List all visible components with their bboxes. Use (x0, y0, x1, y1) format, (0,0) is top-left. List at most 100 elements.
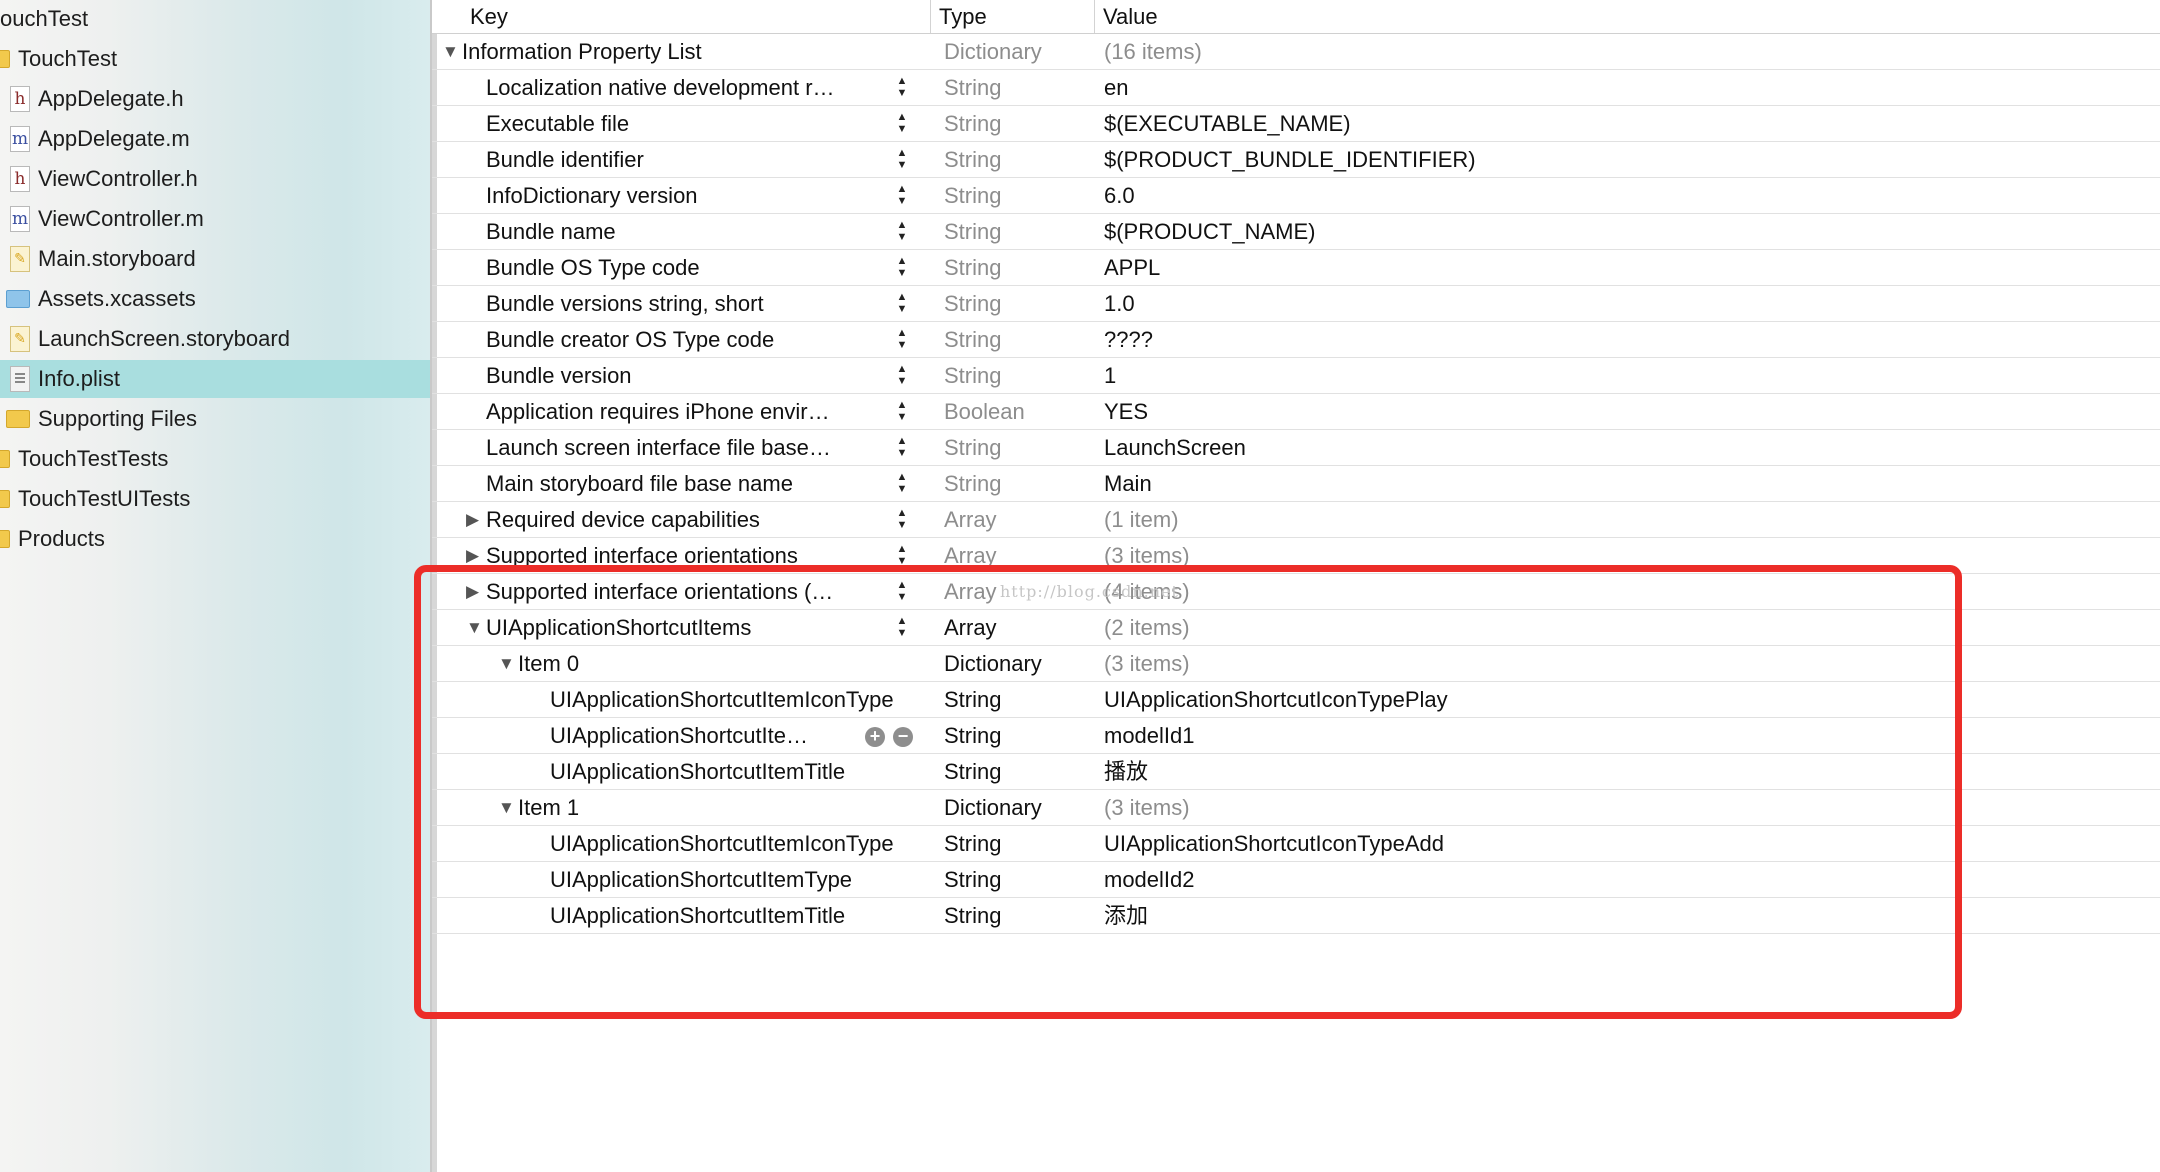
type-cell[interactable]: String (944, 862, 1094, 897)
type-cell[interactable]: String (944, 142, 1094, 177)
sort-stepper-icon[interactable]: ▲ ▼ (895, 580, 909, 604)
value-cell[interactable]: (2 items) (1104, 610, 2160, 645)
value-cell[interactable]: $(PRODUCT_NAME) (1104, 214, 2160, 249)
key-text[interactable]: UIApplicationShortcutItemTitle (550, 898, 845, 933)
value-cell[interactable]: modelId1 (1104, 718, 2160, 753)
sidebar-item[interactable]: Products (0, 520, 430, 558)
plist-row[interactable]: ▶ Required device capabilities ▲ ▼ Array (1 i… (432, 502, 2160, 538)
stepper-down-icon[interactable]: ▼ (895, 376, 909, 388)
type-cell[interactable]: String (944, 754, 1094, 789)
value-cell[interactable]: 6.0 (1104, 178, 2160, 213)
type-cell[interactable]: String (944, 682, 1094, 717)
stepper-down-icon[interactable]: ▼ (895, 340, 909, 352)
plist-row[interactable]: Application requires iPhone envir… ▲ ▼ Bool… (432, 394, 2160, 430)
type-cell[interactable]: String (944, 250, 1094, 285)
key-text[interactable]: Localization native development r… (486, 70, 835, 105)
value-cell[interactable]: (4 items) (1104, 574, 2160, 609)
plist-row[interactable]: Launch screen interface file base… ▲ ▼ Stri… (432, 430, 2160, 466)
sidebar-item[interactable]: h ViewController.h (0, 160, 430, 198)
stepper-down-icon[interactable]: ▼ (895, 88, 909, 100)
plist-row[interactable]: Bundle name ▲ ▼ String $(PRODUCT_NAME) (432, 214, 2160, 250)
value-cell[interactable]: en (1104, 70, 2160, 105)
stepper-down-icon[interactable]: ▼ (895, 628, 909, 640)
disclosure-open-icon[interactable]: ▼ (498, 790, 515, 825)
sidebar-item[interactable]: h AppDelegate.h (0, 80, 430, 118)
sort-stepper-icon[interactable]: ▲ ▼ (895, 400, 909, 424)
sort-stepper-icon[interactable]: ▲ ▼ (895, 76, 909, 100)
type-cell[interactable]: String (944, 430, 1094, 465)
disclosure-closed-icon[interactable]: ▶ (466, 502, 479, 537)
type-column-header[interactable]: Type (930, 0, 1090, 33)
sidebar-item[interactable]: TouchTestUITests (0, 480, 430, 518)
key-text[interactable]: Supported interface orientations (486, 538, 798, 573)
value-cell[interactable]: $(PRODUCT_BUNDLE_IDENTIFIER) (1104, 142, 2160, 177)
type-cell[interactable]: String (944, 106, 1094, 141)
sort-stepper-icon[interactable]: ▲ ▼ (895, 220, 909, 244)
type-cell[interactable]: String (944, 826, 1094, 861)
sidebar-item[interactable]: TouchTestTests (0, 440, 430, 478)
key-text[interactable]: Bundle creator OS Type code (486, 322, 774, 357)
key-text[interactable]: Bundle version (486, 358, 632, 393)
value-cell[interactable]: (3 items) (1104, 538, 2160, 573)
key-text[interactable]: Application requires iPhone envir… (486, 394, 830, 429)
stepper-down-icon[interactable]: ▼ (895, 268, 909, 280)
type-cell[interactable]: String (944, 286, 1094, 321)
value-cell[interactable]: (16 items) (1104, 34, 2160, 69)
value-cell[interactable]: (1 item) (1104, 502, 2160, 537)
plist-row[interactable]: UIApplicationShortcutItemType String model… (432, 862, 2160, 898)
value-cell[interactable]: modelId2 (1104, 862, 2160, 897)
disclosure-open-icon[interactable]: ▼ (466, 610, 483, 645)
stepper-down-icon[interactable]: ▼ (895, 556, 909, 568)
type-cell[interactable]: Array (944, 502, 1094, 537)
type-cell[interactable]: Dictionary (944, 646, 1094, 681)
value-cell[interactable]: LaunchScreen (1104, 430, 2160, 465)
plist-row[interactable]: Main storyboard file base name ▲ ▼ String Ma… (432, 466, 2160, 502)
value-cell[interactable]: YES (1104, 394, 2160, 429)
plus-circle-icon[interactable]: + (865, 727, 885, 747)
value-cell[interactable]: UIApplicationShortcutIconTypePlay (1104, 682, 2160, 717)
type-cell[interactable]: String (944, 466, 1094, 501)
value-cell[interactable]: $(EXECUTABLE_NAME) (1104, 106, 2160, 141)
stepper-down-icon[interactable]: ▼ (895, 124, 909, 136)
plist-row[interactable]: Bundle versions string, short ▲ ▼ String 1.0 (432, 286, 2160, 322)
type-cell[interactable]: String (944, 322, 1094, 357)
plist-row[interactable]: ▼ Item 0 Dictionary (3 items) (432, 646, 2160, 682)
key-text[interactable]: InfoDictionary version (486, 178, 698, 213)
value-cell[interactable]: 1.0 (1104, 286, 2160, 321)
disclosure-closed-icon[interactable]: ▶ (466, 538, 479, 573)
sidebar-item[interactable]: ✎ Main.storyboard (0, 240, 430, 278)
sidebar-item[interactable]: ✎ LaunchScreen.storyboard (0, 320, 430, 358)
disclosure-open-icon[interactable]: ▼ (498, 646, 515, 681)
stepper-down-icon[interactable]: ▼ (895, 232, 909, 244)
key-text[interactable]: Bundle versions string, short (486, 286, 764, 321)
key-text[interactable]: Bundle OS Type code (486, 250, 700, 285)
key-text[interactable]: Supported interface orientations (… (486, 574, 833, 609)
key-column-header[interactable]: Key (462, 0, 862, 33)
stepper-down-icon[interactable]: ▼ (895, 196, 909, 208)
stepper-down-icon[interactable]: ▼ (895, 520, 909, 532)
sort-stepper-icon[interactable]: ▲ ▼ (895, 364, 909, 388)
type-cell[interactable]: Boolean (944, 394, 1094, 429)
sidebar-item[interactable]: Supporting Files (0, 400, 430, 438)
plist-row[interactable]: ▶ Supported interface orientations (… ▲ ▼ Ar… (432, 574, 2160, 610)
disclosure-closed-icon[interactable]: ▶ (466, 574, 479, 609)
type-cell[interactable]: Array (944, 538, 1094, 573)
plist-row[interactable]: UIApplicationShortcutItemIconType String U… (432, 682, 2160, 718)
plist-row[interactable]: ▼ Information Property List Dictionary (16 … (432, 34, 2160, 70)
sort-stepper-icon[interactable]: ▲ ▼ (895, 256, 909, 280)
type-cell[interactable]: String (944, 178, 1094, 213)
key-text[interactable]: Main storyboard file base name (486, 466, 793, 501)
value-cell[interactable]: (3 items) (1104, 790, 2160, 825)
plist-row[interactable]: Bundle version ▲ ▼ String 1 (432, 358, 2160, 394)
sidebar-item[interactable]: m ViewController.m (0, 200, 430, 238)
sidebar-item[interactable]: m AppDelegate.m (0, 120, 430, 158)
sidebar-item[interactable]: Info.plist (0, 360, 430, 398)
key-text[interactable]: Item 1 (518, 790, 579, 825)
key-text[interactable]: Bundle identifier (486, 142, 644, 177)
value-cell[interactable]: UIApplicationShortcutIconTypeAdd (1104, 826, 2160, 861)
plist-row[interactable]: ▼ Item 1 Dictionary (3 items) (432, 790, 2160, 826)
plist-row[interactable]: Bundle identifier ▲ ▼ String $(PRODUCT_BUNDL… (432, 142, 2160, 178)
plist-row[interactable]: UIApplicationShortcutItemIconType String U… (432, 826, 2160, 862)
disclosure-open-icon[interactable]: ▼ (442, 34, 459, 69)
type-cell[interactable]: String (944, 70, 1094, 105)
